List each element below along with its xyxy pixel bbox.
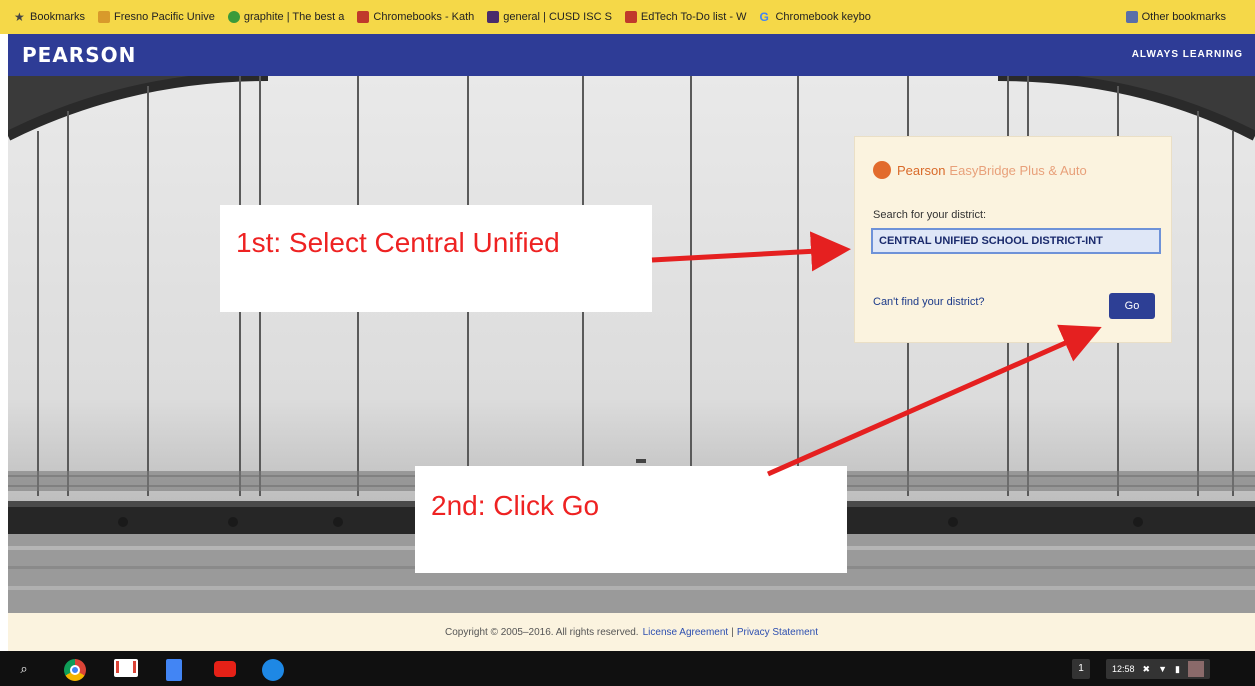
bookmark-fresno-pacific[interactable]: Fresno Pacific Unive bbox=[98, 11, 215, 23]
bookmark-bookmarks[interactable]: ★ Bookmarks bbox=[14, 11, 85, 23]
fpu-icon bbox=[98, 11, 111, 23]
site-header: PEARSON ALWAYS LEARNING bbox=[8, 34, 1255, 76]
bookmark-label: graphite | The best a bbox=[243, 11, 345, 23]
copyright-text: Copyright © 2005–2016. All rights reserv… bbox=[445, 626, 639, 638]
bookmarks-bar: ★ Bookmarks Fresno Pacific Unive graphit… bbox=[0, 0, 1255, 34]
annotation-step-2: 2nd: Click Go bbox=[415, 466, 847, 573]
search-label: Search for your district: bbox=[873, 209, 987, 221]
site-footer: Copyright © 2005–2016. All rights reserv… bbox=[8, 613, 1255, 651]
other-bookmarks[interactable]: Other bookmarks bbox=[1125, 0, 1226, 34]
chrome-icon[interactable] bbox=[64, 659, 86, 681]
privacy-statement-link[interactable]: Privacy Statement bbox=[737, 627, 818, 638]
easybridge-brand: Pearson EasyBridge Plus & Auto bbox=[873, 161, 1087, 179]
bookmark-label: Chromebook keybo bbox=[775, 11, 871, 23]
todo-icon bbox=[624, 11, 637, 23]
battery-icon: ▮ bbox=[1175, 663, 1180, 674]
bookmark-chromebook-keyboard[interactable]: G Chromebook keybo bbox=[759, 11, 870, 23]
license-agreement-link[interactable]: License Agreement bbox=[643, 627, 729, 638]
pearson-logo[interactable]: PEARSON bbox=[22, 43, 136, 67]
cant-find-district-link[interactable]: Can't find your district? bbox=[873, 296, 985, 308]
youtube-icon[interactable] bbox=[214, 661, 236, 677]
google-icon: G bbox=[759, 10, 769, 24]
chromebooks-icon bbox=[357, 11, 370, 23]
brand-product: EasyBridge Plus & Auto bbox=[949, 162, 1087, 178]
system-tray[interactable]: 12:58 ✖ ▼ ▮ bbox=[1106, 659, 1210, 679]
district-search-input[interactable] bbox=[871, 228, 1161, 254]
district-search-card: Pearson EasyBridge Plus & Auto Search fo… bbox=[854, 136, 1172, 343]
clock: 12:58 bbox=[1112, 664, 1135, 674]
pearson-logo-icon bbox=[873, 161, 891, 179]
avatar bbox=[1187, 661, 1204, 677]
bookmark-label: Bookmarks bbox=[30, 11, 86, 23]
gmail-icon[interactable] bbox=[114, 659, 138, 677]
brand-name: Pearson bbox=[897, 162, 946, 178]
bookmark-label: general | CUSD ISC S bbox=[503, 11, 612, 23]
wifi-icon: ▼ bbox=[1158, 664, 1167, 674]
notification-count[interactable]: 1 bbox=[1072, 659, 1090, 679]
bookmark-label: Chromebooks - Kath bbox=[373, 11, 475, 23]
docs-icon[interactable] bbox=[166, 659, 182, 681]
bookmark-label: EdTech To-Do list - W bbox=[640, 11, 747, 23]
files-icon[interactable] bbox=[262, 659, 284, 681]
mute-icon: ✖ bbox=[1142, 663, 1151, 674]
os-taskbar: ⌕ 1 12:58 ✖ ▼ ▮ bbox=[0, 651, 1255, 686]
go-button[interactable]: Go bbox=[1109, 293, 1155, 319]
folder-icon bbox=[1125, 11, 1138, 23]
star-icon: ★ bbox=[14, 10, 25, 24]
bookmark-label: Fresno Pacific Unive bbox=[114, 11, 215, 23]
search-icon[interactable]: ⌕ bbox=[14, 659, 34, 679]
other-bookmarks-label: Other bookmarks bbox=[1141, 11, 1226, 23]
bookmark-chromebooks[interactable]: Chromebooks - Kath bbox=[357, 11, 474, 23]
annotation-step-1: 1st: Select Central Unified bbox=[220, 205, 652, 312]
bookmark-graphite[interactable]: graphite | The best a bbox=[227, 11, 345, 23]
bookmark-general-cusd[interactable]: general | CUSD ISC S bbox=[487, 11, 612, 23]
slack-icon bbox=[487, 11, 500, 23]
tagline: ALWAYS LEARNING bbox=[1131, 49, 1243, 60]
bookmark-edtech-todo[interactable]: EdTech To-Do list - W bbox=[624, 11, 747, 23]
footer-separator: | bbox=[731, 626, 734, 638]
graphite-icon bbox=[227, 11, 240, 23]
